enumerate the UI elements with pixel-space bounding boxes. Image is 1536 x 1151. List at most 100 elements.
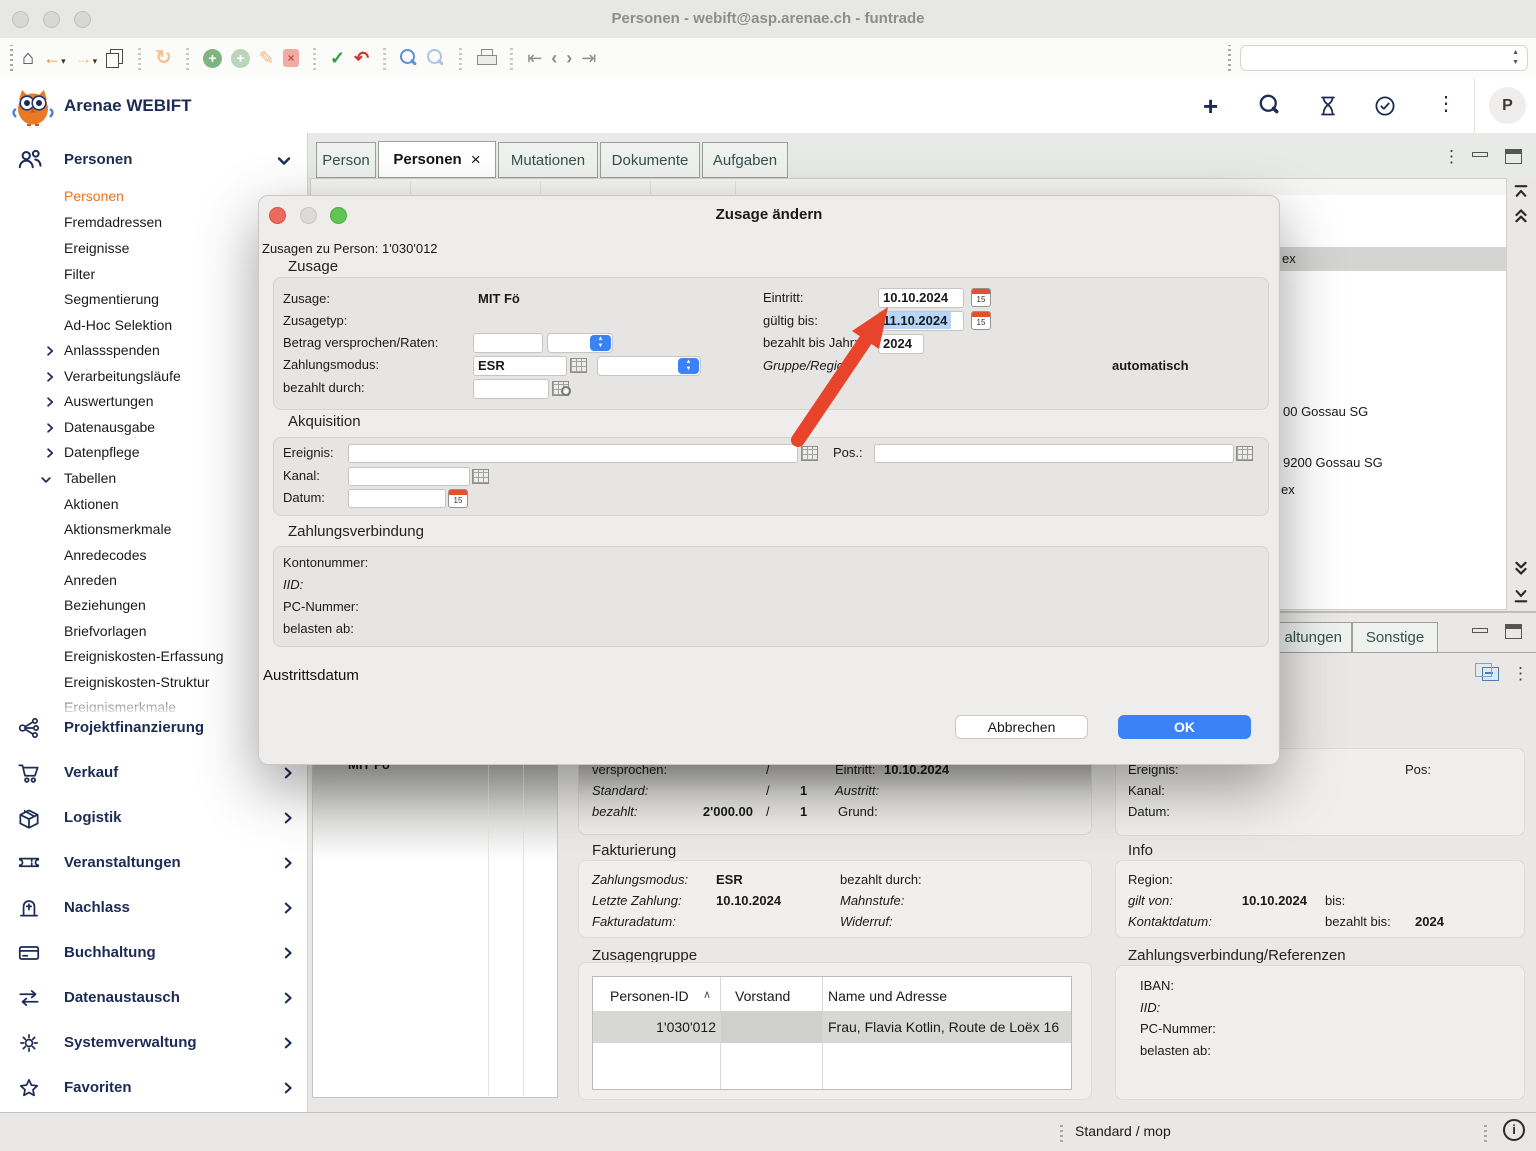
sidebar-item-aktionen[interactable]: Aktionen [64, 496, 118, 513]
sidebar-item-aktionsmerkmale[interactable]: Aktionsmerkmale [64, 521, 171, 538]
tab-close-icon[interactable]: × [471, 150, 481, 170]
avatar[interactable]: P [1489, 87, 1526, 124]
sidebar-section-projektfinanzierung[interactable]: Projektfinanzierung [64, 719, 204, 736]
sidebar-item-anlassspenden[interactable]: Anlassspenden [64, 342, 160, 359]
sidebar-item-anredecodes[interactable]: Anredecodes [64, 547, 147, 564]
sidebar-section-favoriten[interactable]: Favoriten [64, 1079, 132, 1096]
toolbar-combobox[interactable]: ▲▼ [1240, 45, 1528, 71]
sidebar-item-segmentierung[interactable]: Segmentierung [64, 291, 159, 308]
sidebar-item-auswertungen[interactable]: Auswertungen [64, 393, 154, 410]
duplicate-icon[interactable] [106, 49, 124, 67]
forward-button[interactable]: →▾ [75, 48, 98, 69]
combobox-stepper-icon[interactable]: ▲▼ [1512, 48, 1519, 68]
sidebar-item-briefvorlagen[interactable]: Briefvorlagen [64, 623, 147, 640]
back-button[interactable]: ←▾ [43, 48, 66, 69]
statusbar-drag-handle[interactable] [1060, 1122, 1063, 1142]
chevron-right-icon[interactable] [281, 901, 295, 915]
sidebar-item-beziehungen[interactable]: Beziehungen [64, 597, 146, 614]
chevron-right-icon[interactable] [44, 396, 56, 408]
panel-more-icon[interactable]: ⋮ [1443, 148, 1460, 166]
chevron-right-icon[interactable] [281, 856, 295, 870]
info-icon[interactable]: i [1503, 1119, 1525, 1141]
confirm-icon[interactable]: ✓ [330, 48, 345, 68]
tab-personen[interactable]: Personen × [378, 141, 496, 178]
sidebar-section-logistik[interactable]: Logistik [64, 809, 122, 826]
cancel-button[interactable]: Abbrechen [955, 715, 1088, 739]
column-header-personen-id[interactable]: Personen-ID [610, 988, 689, 1004]
chevron-right-icon[interactable] [44, 345, 56, 357]
delete-icon[interactable]: × [283, 49, 299, 67]
chevron-right-icon[interactable] [281, 1081, 295, 1095]
sidebar-item-tabellen[interactable]: Tabellen [64, 470, 116, 487]
search-person-icon[interactable] [427, 49, 445, 67]
column-header-name-adresse[interactable]: Name und Adresse [828, 988, 947, 1004]
sidebar-section-nachlass[interactable]: Nachlass [64, 899, 130, 916]
sidebar-item-personen[interactable]: Personen [64, 188, 124, 205]
chevron-right-icon[interactable] [281, 946, 295, 960]
sort-asc-icon[interactable]: ∧ [703, 988, 711, 1001]
sidebar-section-systemverwaltung[interactable]: Systemverwaltung [64, 1034, 197, 1051]
chevron-right-icon[interactable] [44, 422, 56, 434]
add-secondary-icon[interactable]: + [231, 49, 250, 68]
sidebar-item-verarbeitungslaeufe[interactable]: Verarbeitungsläufe [64, 368, 181, 385]
header-add-icon[interactable]: + [1203, 91, 1218, 122]
toolbar-drag-handle[interactable] [1228, 45, 1231, 71]
check-circle-icon[interactable] [1373, 94, 1397, 118]
column-header-vorstand[interactable]: Vorstand [735, 988, 790, 1004]
ok-button[interactable]: OK [1118, 715, 1251, 739]
header-more-icon[interactable]: ⋮ [1436, 95, 1456, 113]
tab-sonstige[interactable]: Sonstige [1352, 622, 1438, 653]
chevron-right-icon[interactable] [281, 1036, 295, 1050]
sidebar-header-label[interactable]: Personen [64, 151, 132, 168]
tab-dokumente[interactable]: Dokumente [600, 142, 700, 178]
double-chevron-down-icon[interactable] [1512, 560, 1530, 578]
double-chevron-up-icon[interactable] [1512, 206, 1530, 224]
sidebar-section-buchhaltung[interactable]: Buchhaltung [64, 944, 156, 961]
nav-prev-icon[interactable]: ‹ [551, 48, 557, 68]
panel-maximize-icon[interactable] [1505, 149, 1522, 164]
sidebar-item-adhoc-selektion[interactable]: Ad-Hoc Selektion [64, 317, 172, 334]
tab-aufgaben[interactable]: Aufgaben [702, 142, 788, 178]
list-header-row [311, 179, 1506, 195]
chevron-down-icon[interactable] [276, 153, 292, 169]
tab-person[interactable]: Person [316, 142, 376, 178]
sidebar-item-ereigniskosten-struktur[interactable]: Ereigniskosten-Struktur [64, 674, 210, 691]
scroll-to-bottom-icon[interactable] [1512, 588, 1530, 605]
nav-last-icon[interactable]: ⇥ [581, 48, 596, 68]
panel-minimize-icon[interactable] [1472, 152, 1488, 157]
hourglass-icon[interactable] [1316, 94, 1340, 118]
sidebar-section-datenaustausch[interactable]: Datenaustausch [64, 989, 180, 1006]
home-icon[interactable]: ⌂ [22, 48, 34, 68]
sidebar-item-datenausgabe[interactable]: Datenausgabe [64, 419, 155, 436]
header-search-icon[interactable] [1260, 95, 1281, 116]
chevron-right-icon[interactable] [281, 991, 295, 1005]
undo-icon[interactable]: ↶ [354, 48, 369, 68]
toolbar-drag-handle[interactable] [10, 45, 13, 71]
sidebar-item-fremdadressen[interactable]: Fremdadressen [64, 214, 162, 231]
panel-maximize-icon[interactable] [1505, 624, 1522, 639]
sidebar-item-filter[interactable]: Filter [64, 266, 95, 283]
sidebar-item-anreden[interactable]: Anreden [64, 572, 117, 589]
tab-mutationen[interactable]: Mutationen [498, 142, 598, 178]
add-icon[interactable]: + [203, 49, 222, 68]
refresh-icon[interactable]: ↻ [155, 48, 172, 68]
chevron-right-icon[interactable] [44, 447, 56, 459]
panel-minimize-icon[interactable] [1472, 628, 1488, 633]
chevron-down-icon[interactable] [40, 474, 52, 486]
sidebar-item-datenpflege[interactable]: Datenpflege [64, 444, 140, 461]
chevron-right-icon[interactable] [44, 371, 56, 383]
sidebar-item-ereigniskosten-erfassung[interactable]: Ereigniskosten-Erfassung [64, 648, 224, 665]
chevron-right-icon[interactable] [281, 811, 295, 825]
nav-next-icon[interactable]: › [566, 48, 572, 68]
search-icon[interactable] [400, 49, 418, 67]
print-icon[interactable] [476, 49, 496, 67]
sidebar-item-ereignisse[interactable]: Ereignisse [64, 240, 129, 257]
nav-first-icon[interactable]: ⇤ [527, 48, 542, 68]
sidebar-section-verkauf[interactable]: Verkauf [64, 764, 118, 781]
chevron-right-icon[interactable] [281, 766, 295, 780]
sidebar-section-veranstaltungen[interactable]: Veranstaltungen [64, 854, 181, 871]
scroll-to-top-icon[interactable] [1512, 183, 1530, 200]
statusbar-drag-handle[interactable] [1484, 1122, 1487, 1142]
panel-more-icon[interactable]: ⋮ [1512, 665, 1529, 683]
edit-icon[interactable]: ✎ [259, 48, 274, 68]
